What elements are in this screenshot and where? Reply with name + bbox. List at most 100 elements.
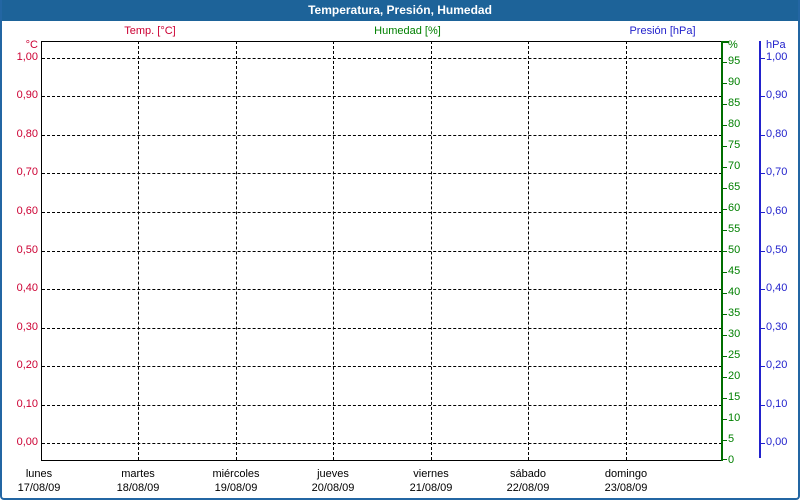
gridline-vertical <box>626 41 627 460</box>
x-axis-day-label: sábado <box>509 468 547 480</box>
legend-temperature: Temp. [°C] <box>124 25 176 37</box>
pressure-axis-tick-label: 0,90 <box>766 89 788 101</box>
pressure-axis-tick-label: 0,60 <box>766 205 788 217</box>
gridline-horizontal <box>42 96 722 97</box>
pressure-axis-tick-label: 0,50 <box>766 244 788 256</box>
gridline-vertical <box>528 41 529 460</box>
pressure-axis-tick <box>761 366 765 367</box>
humidity-axis-tick <box>723 356 727 357</box>
x-axis-date-label: 23/08/09 <box>604 482 648 494</box>
pressure-axis-line <box>759 41 761 458</box>
humidity-axis-tick <box>723 419 727 420</box>
pressure-axis-tick <box>761 289 765 290</box>
x-axis-date-label: 19/08/09 <box>214 482 258 494</box>
legend-pressure: Presión [hPa] <box>629 25 696 37</box>
x-axis-day-label: miércoles <box>212 468 260 480</box>
humidity-axis-unit: % <box>728 39 738 51</box>
gridline-horizontal <box>42 405 722 406</box>
pressure-axis-tick-label: 0,10 <box>766 398 788 410</box>
left-axis-tick-label: 0,60 <box>16 205 38 217</box>
legend-humidity: Humedad [%] <box>374 25 441 37</box>
humidity-axis-tick-label: 75 <box>728 139 741 151</box>
plot-border-top <box>41 41 723 42</box>
humidity-axis-tick-label: 40 <box>728 286 741 298</box>
title-bar: Temperatura, Presión, Humedad <box>2 0 798 21</box>
humidity-axis-tick-label: 70 <box>728 160 741 172</box>
left-axis-tick-label: 0,50 <box>16 244 38 256</box>
pressure-axis-tick-label: 0,40 <box>766 282 788 294</box>
gridline-horizontal <box>42 251 722 252</box>
humidity-axis-tick <box>723 125 727 126</box>
left-axis-tick-label: 0,00 <box>16 436 38 448</box>
pressure-axis-tick-label: 0,30 <box>766 321 788 333</box>
humidity-axis-tick <box>723 230 727 231</box>
gridline-vertical <box>138 41 139 460</box>
pressure-axis-tick <box>761 405 765 406</box>
x-axis-day-label: domingo <box>604 468 648 480</box>
humidity-axis-tick-label: 90 <box>728 76 741 88</box>
gridline-vertical <box>333 41 334 460</box>
pressure-axis-tick-label: 0,20 <box>766 359 788 371</box>
humidity-axis-tick-label: 85 <box>728 97 741 109</box>
humidity-axis-tick-label: 0 <box>728 454 735 466</box>
humidity-axis-tick <box>723 272 727 273</box>
gridline-vertical <box>236 41 237 460</box>
pressure-axis-tick <box>761 251 765 252</box>
humidity-axis-tick <box>723 440 727 441</box>
gridline-vertical <box>431 41 432 460</box>
x-axis-date-label: 22/08/09 <box>506 482 550 494</box>
humidity-axis-tick-label: 55 <box>728 223 741 235</box>
humidity-axis-tick-label: 5 <box>728 433 735 445</box>
humidity-axis-tick-label: 35 <box>728 307 741 319</box>
pressure-axis-tick <box>761 443 765 444</box>
x-axis-line <box>41 460 723 461</box>
humidity-axis-tick-label: 50 <box>728 244 741 256</box>
pressure-axis-tick <box>761 58 765 59</box>
humidity-axis-tick <box>723 62 727 63</box>
humidity-axis-tick-label: 15 <box>728 391 741 403</box>
left-axis-tick-label: 0,70 <box>16 166 38 178</box>
x-axis-day-label: martes <box>121 468 155 480</box>
humidity-axis-tick-label: 30 <box>728 328 741 340</box>
gridline-horizontal <box>42 212 722 213</box>
x-axis-day-label: jueves <box>317 468 349 480</box>
gridline-horizontal <box>42 289 722 290</box>
x-axis-date-label: 21/08/09 <box>409 482 453 494</box>
humidity-axis-tick <box>723 83 727 84</box>
pressure-axis-tick-label: 0,00 <box>766 436 788 448</box>
x-axis-date-label: 17/08/09 <box>17 482 61 494</box>
humidity-axis-tick-label: 60 <box>728 202 741 214</box>
humidity-axis-tick <box>723 335 727 336</box>
humidity-axis-tick-label: 45 <box>728 265 741 277</box>
humidity-axis-tick-label: 80 <box>728 118 741 130</box>
pressure-axis-tick-label: 0,80 <box>766 128 788 140</box>
pressure-axis-tick <box>761 212 765 213</box>
left-axis-tick-label: 0,80 <box>16 128 38 140</box>
left-axis-tick-label: 0,20 <box>16 359 38 371</box>
gridline-horizontal <box>42 173 722 174</box>
humidity-axis-tick <box>723 314 727 315</box>
left-axis-tick-label: 0,10 <box>16 398 38 410</box>
humidity-axis-tick <box>723 209 727 210</box>
gridline-horizontal <box>42 135 722 136</box>
humidity-axis-tick <box>723 293 727 294</box>
x-axis-day-label: viernes <box>413 468 449 480</box>
chart-window: Temperatura, Presión, Humedad Temp. [°C]… <box>0 0 800 500</box>
left-axis-tick-label: 0,40 <box>16 282 38 294</box>
pressure-axis-tick <box>761 96 765 97</box>
gridline-horizontal <box>42 366 722 367</box>
humidity-axis-tick <box>723 104 727 105</box>
humidity-axis-tick <box>723 459 727 460</box>
humidity-axis-tick <box>723 377 727 378</box>
gridline-horizontal <box>42 443 722 444</box>
x-axis-date-label: 18/08/09 <box>116 482 160 494</box>
humidity-axis-tick-label: 10 <box>728 412 741 424</box>
humidity-axis-tick-label: 20 <box>728 370 741 382</box>
gridline-horizontal <box>42 328 722 329</box>
left-axis-tick-label: 0,30 <box>16 321 38 333</box>
humidity-axis-tick-label: 25 <box>728 349 741 361</box>
humidity-axis-tick <box>723 188 727 189</box>
left-axis-tick-label: 0,90 <box>16 89 38 101</box>
window-title: Temperatura, Presión, Humedad <box>308 3 492 17</box>
left-axis-tick-label: 1,00 <box>16 51 38 63</box>
